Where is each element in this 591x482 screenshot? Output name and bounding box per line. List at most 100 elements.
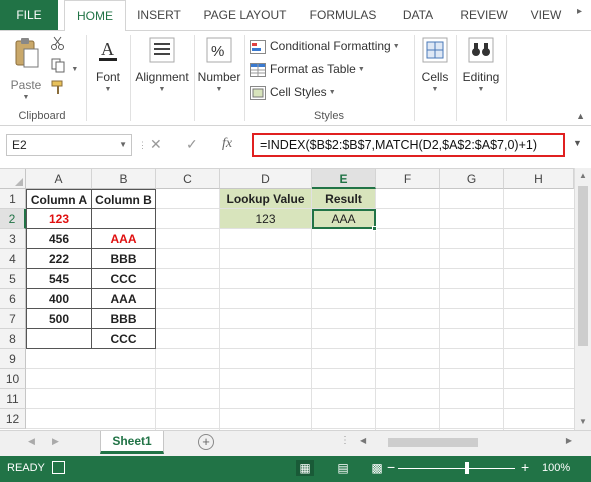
conditional-formatting-button[interactable]: Conditional Formatting ▼ (250, 36, 400, 56)
column-header[interactable]: A (26, 169, 92, 189)
select-all-corner[interactable] (0, 169, 26, 189)
sheet-tab-sheet1[interactable]: Sheet1 (100, 431, 164, 454)
paste-dropdown-icon[interactable]: ▼ (6, 94, 46, 101)
row-header[interactable]: 8 (0, 329, 26, 349)
cell-b3[interactable]: AAA (92, 229, 156, 249)
paste-button[interactable]: Paste ▼ (6, 37, 46, 101)
row-header[interactable]: 9 (0, 349, 26, 369)
column-header[interactable]: G (440, 169, 504, 189)
column-header[interactable]: F (376, 169, 440, 189)
column-header[interactable]: D (220, 169, 312, 189)
sheet-nav-left-icon[interactable]: ◀ (28, 436, 35, 447)
cell-b5[interactable]: CCC (92, 269, 156, 289)
ribbon-separator (86, 35, 87, 121)
number-button[interactable]: % Number ▼ (196, 37, 242, 93)
row-header[interactable]: 12 (0, 409, 26, 429)
name-box[interactable]: E2 ▼ (6, 134, 132, 156)
name-box-dropdown-icon[interactable]: ▼ (119, 135, 127, 155)
cell-a8[interactable] (26, 329, 92, 349)
tab-review[interactable]: REVIEW (452, 0, 516, 30)
vertical-scrollbar[interactable]: ▲ ▼ (574, 168, 591, 430)
zoom-slider[interactable] (398, 468, 515, 469)
cell-b6[interactable]: AAA (92, 289, 156, 309)
insert-function-icon[interactable]: fx (222, 136, 232, 152)
row-header[interactable]: 7 (0, 309, 26, 329)
sheet-nav-right-icon[interactable]: ▶ (52, 436, 59, 447)
cell-e2[interactable]: AAA (312, 209, 376, 229)
column-header[interactable]: B (92, 169, 156, 189)
cell-e1[interactable]: Result (312, 189, 376, 209)
row-header[interactable]: 11 (0, 389, 26, 409)
cell-b2[interactable] (92, 209, 156, 229)
cell-styles-button[interactable]: Cell Styles ▼ (250, 82, 336, 102)
font-dropdown-icon: ▼ (104, 86, 112, 93)
row-header[interactable]: 10 (0, 369, 26, 389)
format-as-table-button[interactable]: Format as Table ▼ (250, 59, 365, 79)
copy-dropdown-icon[interactable]: ▼ (71, 66, 78, 73)
tab-split-handle-icon[interactable]: ⋮ (340, 435, 350, 446)
expand-formula-bar-icon[interactable]: ▼ (573, 138, 582, 148)
column-header[interactable]: E (312, 169, 376, 189)
formula-input[interactable]: =INDEX($B$2:$B$7,MATCH(D2,$A$2:$A$7,0)+1… (252, 133, 565, 157)
add-sheet-icon[interactable]: + (198, 434, 214, 450)
cell-b7[interactable]: BBB (92, 309, 156, 329)
vertical-scroll-thumb[interactable] (578, 186, 588, 346)
cell-a2[interactable]: 123 (26, 209, 92, 229)
worksheet-grid[interactable]: A B C D E F G H 1 2 3 4 5 6 7 8 9 10 11 … (0, 168, 574, 431)
cells-button[interactable]: Cells ▼ (416, 37, 454, 93)
tab-formulas[interactable]: FORMULAS (304, 0, 382, 30)
scroll-right-icon[interactable]: ▶ (566, 436, 572, 445)
page-layout-view-icon[interactable]: ▤ (334, 460, 352, 476)
cell-b8[interactable]: CCC (92, 329, 156, 349)
tab-home[interactable]: HOME (64, 0, 126, 31)
styles-group: Conditional Formatting ▼ Format as Table ▼… (246, 31, 412, 125)
copy-button[interactable]: ▼ (50, 57, 78, 77)
row-header[interactable]: 5 (0, 269, 26, 289)
cell-a4[interactable]: 222 (26, 249, 92, 269)
horizontal-scrollbar[interactable]: ◀ ▶ (360, 436, 572, 450)
cancel-icon[interactable]: ✕ (150, 136, 162, 153)
tab-insert[interactable]: INSERT (130, 0, 188, 30)
cell-a5[interactable]: 545 (26, 269, 92, 289)
cell-a7[interactable]: 500 (26, 309, 92, 329)
fill-handle[interactable] (372, 226, 377, 231)
clipboard-group: Paste ▼ ▼ Clipboard (0, 31, 84, 125)
row-header[interactable]: 6 (0, 289, 26, 309)
ribbon-scroll-icon[interactable]: ▸ (577, 6, 589, 24)
scroll-left-icon[interactable]: ◀ (360, 436, 366, 445)
cell-a3[interactable]: 456 (26, 229, 92, 249)
cell-a6[interactable]: 400 (26, 289, 92, 309)
zoom-level[interactable]: 100% (542, 462, 570, 474)
cell-a1[interactable]: Column A (26, 189, 92, 209)
column-header[interactable]: C (156, 169, 220, 189)
row-header[interactable]: 3 (0, 229, 26, 249)
cell-d1[interactable]: Lookup Value (220, 189, 312, 209)
cut-button[interactable] (50, 35, 66, 55)
horizontal-scroll-thumb[interactable] (388, 438, 478, 447)
tab-data[interactable]: DATA (392, 0, 444, 30)
alignment-button[interactable]: Alignment ▼ (132, 37, 192, 93)
zoom-in-icon[interactable]: + (521, 459, 529, 475)
row-header[interactable]: 2 (0, 209, 26, 229)
macro-record-icon[interactable] (52, 461, 65, 474)
font-button[interactable]: A Font ▼ (90, 37, 126, 93)
enter-check-icon[interactable]: ✓ (186, 136, 198, 153)
row-header[interactable]: 4 (0, 249, 26, 269)
cell-d2[interactable]: 123 (220, 209, 312, 229)
tab-file[interactable]: FILE (0, 0, 58, 30)
scroll-down-icon[interactable]: ▼ (575, 414, 591, 430)
cell-b1[interactable]: Column B (92, 189, 156, 209)
collapse-ribbon-icon[interactable]: ▲ (576, 111, 585, 121)
format-painter-button[interactable] (50, 79, 66, 99)
zoom-out-icon[interactable]: − (387, 459, 395, 475)
page-break-preview-icon[interactable]: ▩ (368, 460, 386, 476)
tab-page-layout[interactable]: PAGE LAYOUT (196, 0, 294, 30)
column-header[interactable]: H (504, 169, 574, 189)
zoom-slider-knob[interactable] (465, 462, 469, 474)
cell-b4[interactable]: BBB (92, 249, 156, 269)
scroll-up-icon[interactable]: ▲ (575, 168, 591, 184)
editing-button[interactable]: Editing ▼ (458, 37, 504, 93)
row-header[interactable]: 1 (0, 189, 26, 209)
normal-view-icon[interactable]: ▦ (296, 460, 314, 476)
tab-view[interactable]: VIEW (524, 0, 568, 30)
